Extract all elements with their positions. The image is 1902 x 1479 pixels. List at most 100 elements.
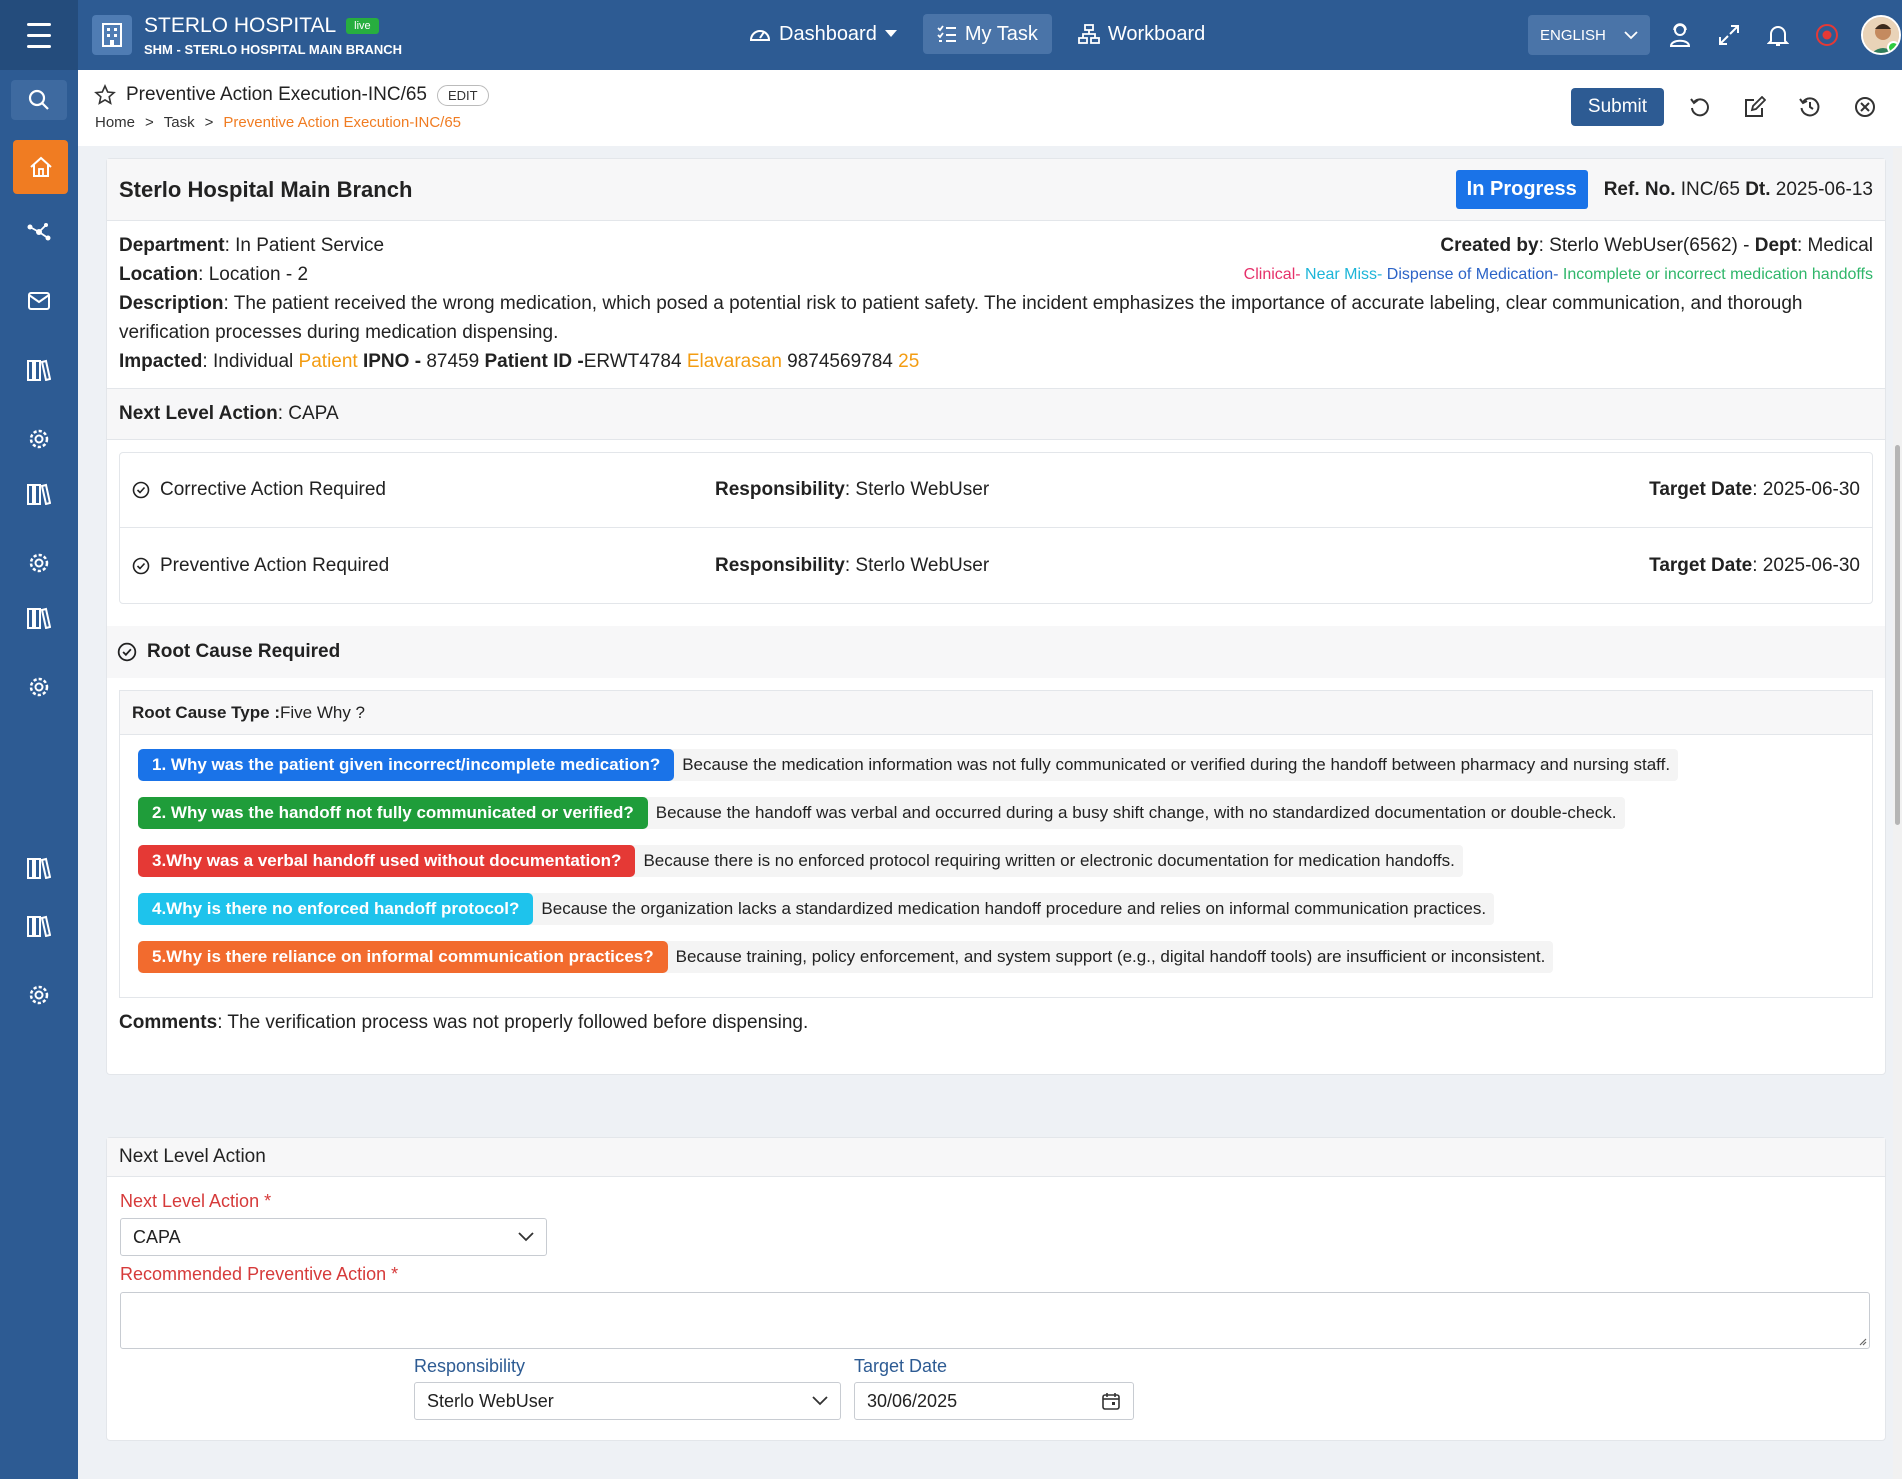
record-icon [1816, 24, 1838, 46]
why-question-badge: 1. Why was the patient given incorrect/i… [138, 749, 675, 781]
sidebar-item-library-4[interactable] [0, 842, 78, 894]
gear-icon [29, 429, 49, 449]
history-icon [1799, 97, 1820, 117]
menu-toggle-button[interactable] [0, 0, 78, 70]
status-badge: In Progress [1455, 170, 1588, 209]
hamburger-icon [27, 19, 51, 52]
nav-my-task[interactable]: My Task [922, 14, 1052, 54]
live-badge: live [346, 17, 379, 34]
edit-badge[interactable]: EDIT [437, 84, 489, 106]
search-icon [28, 89, 49, 110]
target-date: Target Date: 2025-06-30 [1649, 554, 1860, 576]
sidebar-item-home[interactable] [13, 140, 68, 194]
sidebar-item-library-5[interactable] [0, 900, 78, 952]
notifications-button[interactable] [1763, 15, 1793, 55]
five-why-panel: Root Cause Type : Five Why ? 1. Why was … [119, 690, 1873, 998]
sidebar-item-library-2[interactable] [0, 468, 78, 520]
breadcrumb-task[interactable]: Task [164, 114, 195, 131]
breadcrumb-separator: > [204, 114, 214, 131]
brand[interactable]: STERLO HOSPITAL live SHM - STERLO HOSPITA… [92, 14, 402, 57]
check-circle-icon [132, 481, 150, 499]
submit-button[interactable]: Submit [1571, 88, 1664, 126]
sidebar-search-button[interactable] [11, 80, 67, 120]
nav-my-task-label: My Task [964, 22, 1038, 45]
created-by: Created by: Sterlo WebUser(6562) - Dept:… [1440, 235, 1873, 256]
check-circle-icon [132, 557, 150, 574]
next-level-action-form: Next Level Action Next Level Action * CA… [106, 1137, 1886, 1441]
sidebar-item-settings-1[interactable] [0, 413, 78, 465]
resize-handle-icon[interactable] [1857, 1336, 1867, 1346]
next-level-action-value: CAPA [133, 1226, 181, 1247]
sidebar-item-library-3[interactable] [0, 592, 78, 644]
gear-icon [29, 553, 49, 573]
comments: Comments: The verification process was n… [119, 1012, 809, 1033]
chevron-down-icon [518, 1232, 534, 1242]
list-item: Corrective Action Required Responsibilit… [120, 453, 1872, 528]
description: Description: The patient received the wr… [119, 293, 1803, 343]
books-icon [27, 359, 51, 381]
edit-icon [1745, 96, 1766, 117]
fullscreen-button[interactable] [1714, 15, 1744, 55]
list-item: 5.Why is there reliance on informal comm… [138, 941, 1554, 973]
branch-subtitle: SHM - STERLO HOSPITAL MAIN BRANCH [144, 41, 403, 57]
app-title: STERLO HOSPITAL [144, 13, 337, 37]
books-icon [27, 857, 51, 879]
target-date-input[interactable]: 30/06/2025 [854, 1382, 1134, 1420]
gear-icon [29, 985, 49, 1005]
edit-button[interactable] [1737, 89, 1773, 125]
check-circle-icon [117, 642, 137, 662]
home-icon [29, 156, 52, 177]
mail-icon [28, 292, 50, 310]
department: Department: In Patient Service [119, 235, 385, 256]
language-select[interactable]: ENGLISH [1528, 15, 1650, 55]
sidebar-item-mail[interactable] [0, 275, 78, 327]
category-tags: Clinical- Near Miss- Dispense of Medicat… [1243, 266, 1873, 283]
nav-dashboard-label: Dashboard [779, 22, 877, 45]
sidebar-item-settings-2[interactable] [0, 537, 78, 589]
nodes-icon [27, 223, 51, 241]
nav-workboard[interactable]: Workboard [1064, 14, 1219, 54]
sitemap-icon [1077, 24, 1100, 44]
incident-details-card: Sterlo Hospital Main Branch In Progress … [106, 158, 1886, 1075]
next-level-action-label: Next Level Action * [120, 1191, 272, 1211]
target-date: Target Date: 2025-06-30 [1649, 479, 1860, 500]
five-why-list: 1. Why was the patient given incorrect/i… [120, 735, 1872, 997]
scrollbar-thumb[interactable] [1895, 445, 1900, 825]
books-icon [27, 483, 51, 505]
sidebar-item-workflow[interactable] [0, 206, 78, 258]
why-question-badge: 3.Why was a verbal handoff used without … [138, 845, 636, 877]
bell-icon [1767, 26, 1789, 46]
breadcrumb-current: Preventive Action Execution-INC/65 [223, 114, 462, 131]
nav-dashboard[interactable]: Dashboard [735, 14, 911, 54]
sidebar-item-settings-4[interactable] [0, 969, 78, 1021]
why-question-badge: 5.Why is there reliance on informal comm… [138, 941, 668, 973]
history-button[interactable] [1792, 89, 1828, 125]
why-answer: Because the organization lacks a standar… [541, 899, 1487, 918]
books-icon [27, 915, 51, 937]
undo-button[interactable] [1682, 89, 1718, 125]
recommended-action-textarea[interactable] [120, 1292, 1870, 1349]
root-cause-type: Root Cause Type : Five Why ? [120, 691, 1872, 735]
nav-workboard-label: Workboard [1107, 22, 1206, 45]
form-title: Next Level Action [107, 1138, 1885, 1177]
location: Location: Location - 2 [119, 264, 309, 285]
why-question-badge: 4.Why is there no enforced handoff proto… [138, 893, 534, 925]
user-avatar[interactable] [1861, 15, 1901, 55]
online-status-dot [1887, 41, 1899, 53]
sidebar [0, 70, 78, 1479]
close-button[interactable] [1847, 89, 1883, 125]
next-level-action-select[interactable]: CAPA [120, 1218, 547, 1256]
language-value: ENGLISH [1540, 26, 1606, 44]
sidebar-item-library-1[interactable] [0, 344, 78, 396]
hospital-building-icon [92, 15, 132, 55]
support-agent-button[interactable] [1665, 15, 1695, 55]
star-icon[interactable] [94, 84, 116, 106]
record-button[interactable] [1812, 15, 1842, 55]
sidebar-item-settings-3[interactable] [0, 661, 78, 713]
responsibility-select[interactable]: Sterlo WebUser [414, 1382, 841, 1420]
list-item: Preventive Action Required Responsibilit… [120, 528, 1872, 603]
recommended-action-label: Recommended Preventive Action * [120, 1264, 399, 1284]
calendar-icon[interactable] [1101, 1391, 1121, 1411]
speedometer-icon [749, 30, 771, 41]
breadcrumb-home[interactable]: Home [95, 114, 135, 131]
